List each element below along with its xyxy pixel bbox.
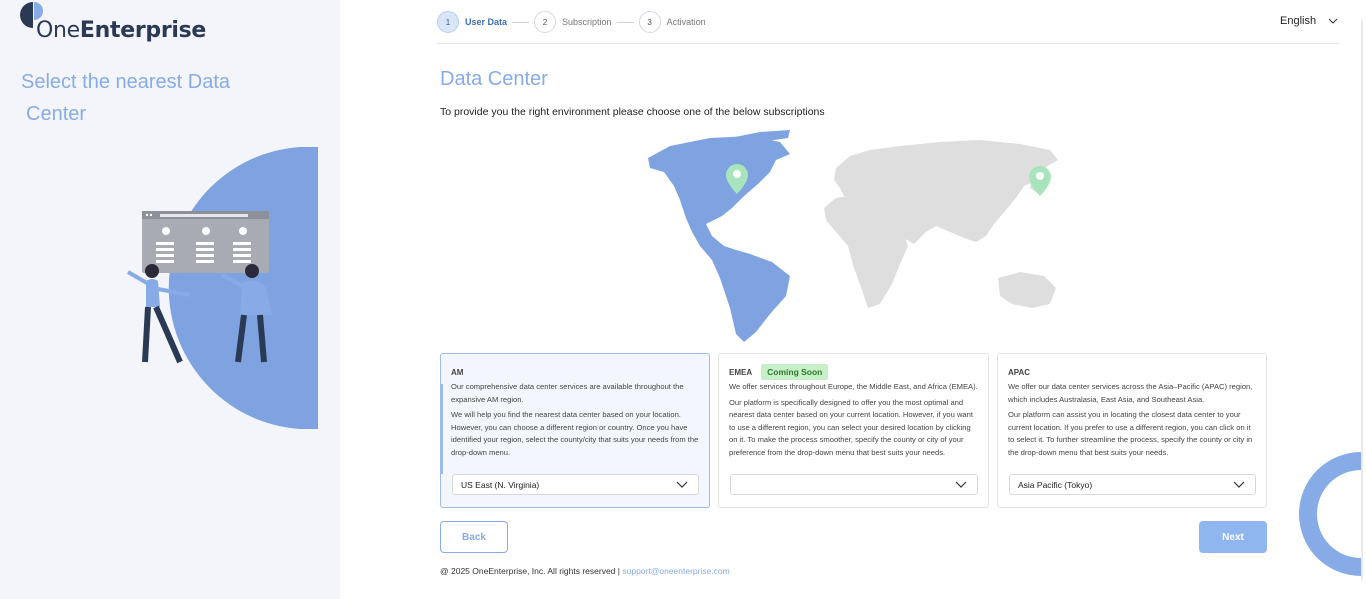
copyright-text: @ 2025 OneEnterprise, Inc. All rights re…	[440, 566, 620, 576]
region-card-am[interactable]: AM Our comprehensive data center service…	[440, 353, 710, 508]
card-body: Our comprehensive data center services a…	[451, 382, 699, 457]
brand-name: OneEnterprise	[36, 18, 207, 43]
step-label: Activation	[666, 17, 706, 27]
chevron-down-icon	[676, 481, 688, 488]
step-number: 2	[534, 11, 557, 33]
chevron-down-icon	[955, 481, 967, 488]
step-number: 1	[437, 11, 459, 33]
region-card-emea[interactable]: EMEA Coming Soon We offer services throu…	[718, 353, 989, 508]
emea-location-select[interactable]	[730, 474, 978, 495]
card-body: We offer our data center services across…	[1008, 382, 1253, 457]
left-panel: OneEnterprise Select the nearest Data Ce…	[0, 0, 340, 599]
card-body: We offer services throughout Europe, the…	[729, 382, 978, 457]
step-connector	[512, 21, 530, 23]
footer: @ 2025 OneEnterprise, Inc. All rights re…	[440, 566, 730, 576]
datacenter-illustration	[126, 147, 320, 429]
left-title: Select the nearest Data Center	[21, 71, 231, 125]
stepper: 1 User Data 2 Subscription 3 Activation	[437, 11, 706, 33]
back-button[interactable]: Back	[440, 521, 508, 553]
select-value: Asia Pacific (Tokyo)	[1018, 479, 1093, 490]
am-location-select[interactable]: US East (N. Virginia)	[452, 474, 699, 495]
step-connector	[616, 21, 634, 23]
card-title: EMEA	[729, 367, 753, 377]
language-select[interactable]: English	[1280, 15, 1338, 27]
apac-location-select[interactable]: Asia Pacific (Tokyo)	[1009, 474, 1256, 495]
chevron-down-icon	[1233, 481, 1245, 488]
language-value: English	[1280, 15, 1317, 27]
status-badge: Coming Soon	[761, 364, 829, 380]
page-title: Data Center	[440, 68, 548, 90]
world-map[interactable]	[640, 128, 1070, 343]
next-button[interactable]: Next	[1199, 521, 1267, 553]
map-pin-icon[interactable]	[1029, 166, 1051, 196]
card-title: AM	[451, 367, 464, 377]
step-label: Subscription	[562, 17, 612, 27]
step-activation[interactable]: 3 Activation	[638, 11, 706, 33]
page-subtitle: To provide you the right environment ple…	[440, 106, 825, 118]
chevron-down-icon	[1328, 18, 1338, 24]
region-card-apac[interactable]: APAC We offer our data center services a…	[997, 353, 1267, 508]
step-number: 3	[638, 11, 661, 33]
scrollbar[interactable]	[1361, 20, 1363, 580]
step-subscription[interactable]: 2 Subscription	[534, 11, 612, 33]
decorative-ring	[1299, 452, 1361, 576]
card-title: APAC	[1008, 367, 1031, 377]
select-value: US East (N. Virginia)	[461, 479, 540, 490]
step-user-data[interactable]: 1 User Data	[437, 11, 507, 33]
support-email-link[interactable]: support@oneenterprise.com	[622, 566, 729, 576]
header-divider	[437, 43, 1339, 44]
step-label: User Data	[465, 17, 508, 27]
map-region-australia	[998, 272, 1056, 308]
map-region-americas	[648, 136, 790, 342]
